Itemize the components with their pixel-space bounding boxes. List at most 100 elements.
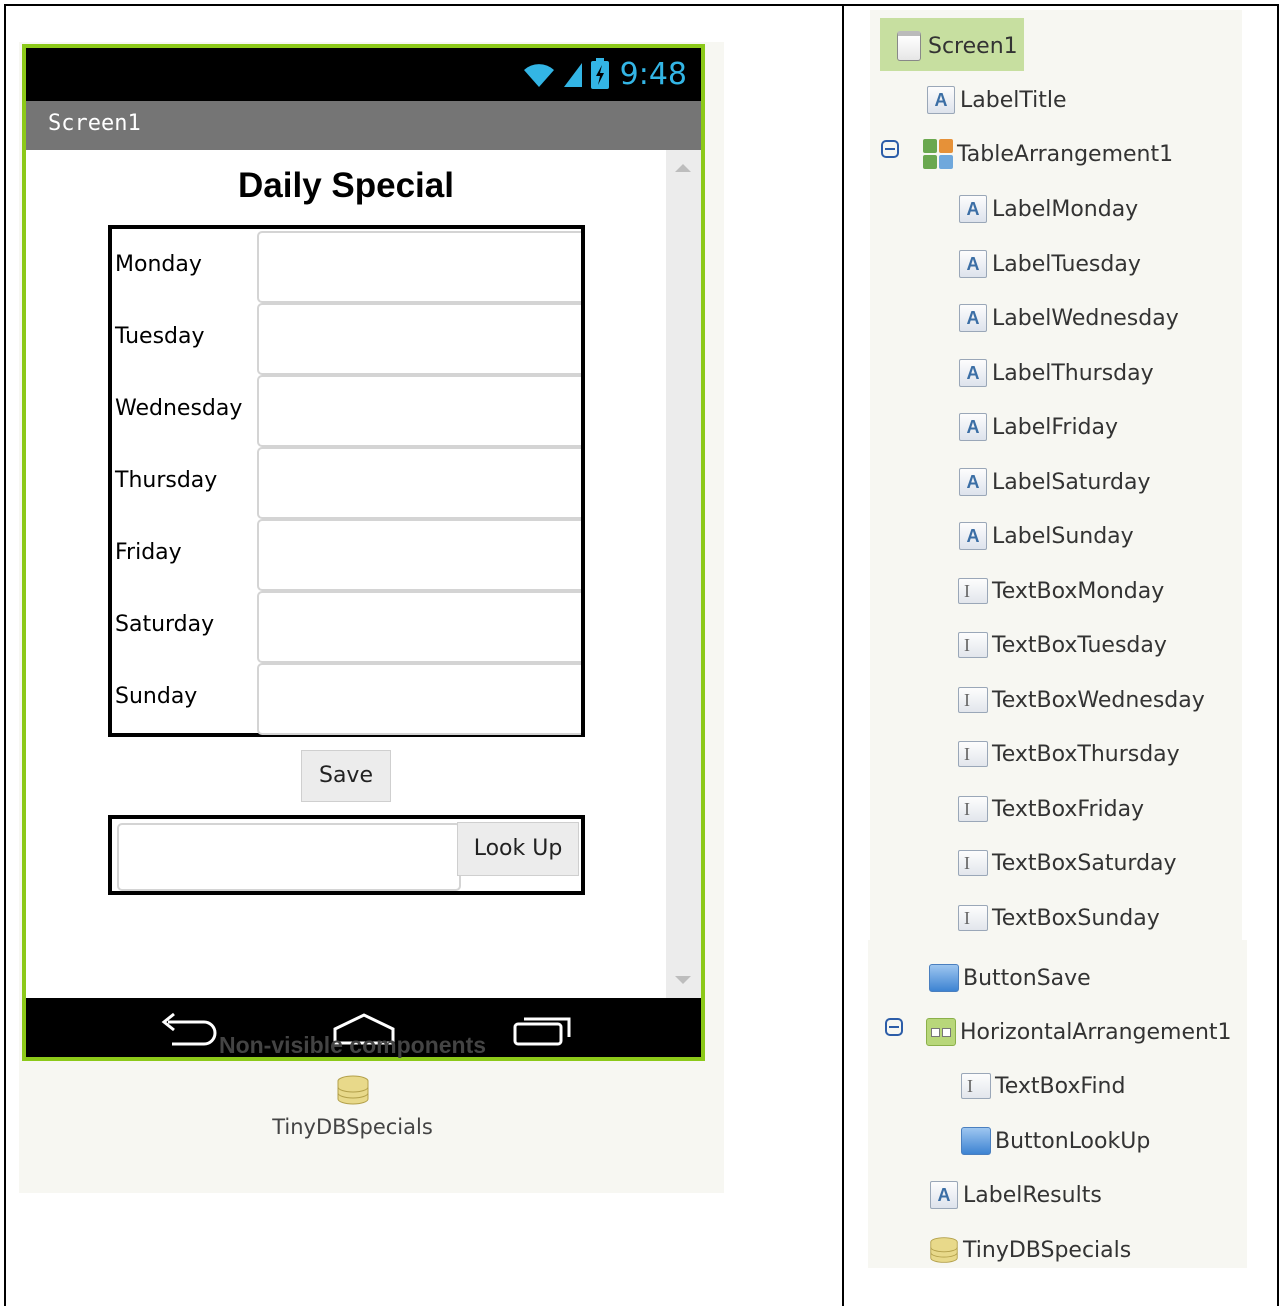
status-bar: 9:48	[26, 48, 701, 101]
database-icon	[930, 1237, 958, 1263]
horizontal-arrangement-icon	[926, 1018, 956, 1046]
table-row: Wednesday	[112, 373, 581, 447]
tree-item-labeltitle[interactable]: A LabelTitle	[926, 80, 1067, 120]
textbox-icon: I	[958, 578, 988, 604]
label-title[interactable]: Daily Special	[26, 166, 666, 206]
tree-item-label: LabelTitle	[960, 87, 1067, 113]
collapse-toggle-icon[interactable]	[881, 140, 899, 158]
tree-item-textboxfind[interactable]: I TextBoxFind	[961, 1066, 1125, 1106]
label-icon: A	[959, 250, 987, 278]
tree-item-label: ButtonSave	[963, 965, 1091, 991]
textbox-thursday[interactable]	[257, 447, 581, 519]
label-icon: A	[927, 86, 955, 114]
tree-item-label: ButtonLookUp	[995, 1128, 1151, 1154]
textbox-find[interactable]	[117, 823, 461, 891]
scrollbar[interactable]	[666, 150, 701, 998]
button-icon	[961, 1127, 991, 1155]
screen-title-bar: Screen1	[26, 101, 701, 150]
tree-item-labelfriday[interactable]: A LabelFriday	[958, 407, 1118, 447]
tree-item-labelthursday[interactable]: A LabelThursday	[958, 353, 1154, 393]
label-monday[interactable]: Monday	[115, 229, 202, 301]
label-friday[interactable]: Friday	[115, 517, 182, 589]
tree-item-label: LabelFriday	[992, 414, 1119, 440]
label-tuesday[interactable]: Tuesday	[115, 301, 205, 373]
tree-item-textboxsaturday[interactable]: I TextBoxSaturday	[958, 843, 1177, 883]
textbox-icon: I	[958, 632, 988, 658]
tree-item-textboxwednesday[interactable]: I TextBoxWednesday	[958, 680, 1205, 720]
tree-item-tablearrangement1[interactable]: TableArrangement1	[923, 134, 1173, 174]
status-time: 9:48	[619, 56, 687, 92]
textbox-icon: I	[961, 1073, 991, 1099]
textbox-icon: I	[958, 687, 988, 713]
tree-item-label: LabelMonday	[992, 196, 1139, 222]
tree-item-label: TextBoxMonday	[992, 578, 1165, 604]
tree-item-textboxthursday[interactable]: I TextBoxThursday	[958, 734, 1180, 774]
tree-item-buttonlookup[interactable]: ButtonLookUp	[961, 1121, 1150, 1161]
label-icon: A	[959, 359, 987, 387]
nonvisible-components-heading: Non-visible components	[218, 1032, 487, 1058]
tree-item-textboxfriday[interactable]: I TextBoxFriday	[958, 789, 1144, 829]
horizontal-arrangement[interactable]: Look Up	[108, 815, 585, 895]
wifi-icon	[523, 64, 554, 87]
tree-item-label: LabelSunday	[992, 523, 1134, 549]
panel-divider	[842, 4, 844, 1306]
tree-item-screen1[interactable]: Screen1	[894, 26, 1018, 66]
label-wednesday[interactable]: Wednesday	[115, 373, 242, 445]
label-icon: A	[930, 1181, 958, 1209]
tree-item-textboxtuesday[interactable]: I TextBoxTuesday	[958, 625, 1167, 665]
tree-item-labelsunday[interactable]: A LabelSunday	[958, 516, 1134, 556]
screen-icon	[897, 31, 921, 61]
textbox-tuesday[interactable]	[257, 303, 581, 375]
table-arrangement-icon	[923, 139, 953, 169]
tree-item-buttonsave[interactable]: ButtonSave	[929, 958, 1091, 998]
textbox-icon: I	[958, 905, 988, 931]
label-icon: A	[959, 304, 987, 332]
tree-item-label: LabelResults	[963, 1182, 1102, 1208]
lookup-button[interactable]: Look Up	[457, 822, 579, 876]
label-saturday[interactable]: Saturday	[115, 589, 214, 661]
table-row: Sunday	[112, 661, 581, 735]
tree-item-labelresults[interactable]: A LabelResults	[929, 1175, 1102, 1215]
tree-item-label: TableArrangement1	[957, 141, 1174, 167]
battery-icon	[590, 58, 609, 89]
tree-item-label: TextBoxSunday	[992, 905, 1160, 931]
textbox-monday[interactable]	[257, 231, 581, 303]
textbox-icon: I	[958, 796, 988, 822]
table-row: Tuesday	[112, 301, 581, 375]
tree-item-labelsaturday[interactable]: A LabelSaturday	[958, 462, 1151, 502]
tree-item-label: LabelWednesday	[992, 305, 1179, 331]
textbox-friday[interactable]	[257, 519, 581, 591]
textbox-icon: I	[958, 741, 988, 767]
phone-preview: 9:48 Screen1 Daily Special Monday Tuesda…	[22, 44, 705, 1061]
tree-item-textboxmonday[interactable]: I TextBoxMonday	[958, 571, 1164, 611]
table-row: Saturday	[112, 589, 581, 663]
scroll-up-icon[interactable]	[675, 164, 691, 172]
nonvisible-tinydb-label: TinyDBSpecials	[272, 1115, 433, 1139]
textbox-saturday[interactable]	[257, 591, 581, 663]
collapse-toggle-icon[interactable]	[885, 1018, 903, 1036]
tree-item-horizontalarrangement1[interactable]: HorizontalArrangement1	[926, 1012, 1232, 1052]
screen-content: Daily Special Monday Tuesday Wednesday T…	[26, 150, 701, 998]
tree-item-textboxsunday[interactable]: I TextBoxSunday	[958, 898, 1160, 938]
tree-item-labelwednesday[interactable]: A LabelWednesday	[958, 298, 1179, 338]
label-icon: A	[959, 195, 987, 223]
nonvisible-tinydb[interactable]: TinyDBSpecials	[0, 1075, 705, 1139]
tree-item-label: TextBoxFind	[995, 1073, 1126, 1099]
textbox-sunday[interactable]	[257, 663, 581, 735]
label-thursday[interactable]: Thursday	[115, 445, 217, 517]
textbox-wednesday[interactable]	[257, 375, 581, 447]
tree-item-label: TextBoxWednesday	[992, 687, 1205, 713]
textbox-icon: I	[958, 850, 988, 876]
tree-item-labelmonday[interactable]: A LabelMonday	[958, 189, 1138, 229]
save-button[interactable]: Save	[301, 750, 391, 802]
table-row: Thursday	[112, 445, 581, 519]
table-arrangement[interactable]: Monday Tuesday Wednesday Thursday Friday…	[108, 225, 585, 737]
tree-item-label: TinyDBSpecials	[963, 1237, 1132, 1263]
tree-item-label: TextBoxTuesday	[992, 632, 1167, 658]
signal-icon	[563, 63, 582, 87]
scroll-down-icon[interactable]	[675, 976, 691, 984]
tree-item-labeltuesday[interactable]: A LabelTuesday	[958, 244, 1141, 284]
tree-item-label: Screen1	[928, 33, 1018, 59]
label-sunday[interactable]: Sunday	[115, 661, 197, 733]
tree-item-tinydbspecials[interactable]: TinyDBSpecials	[929, 1230, 1131, 1270]
